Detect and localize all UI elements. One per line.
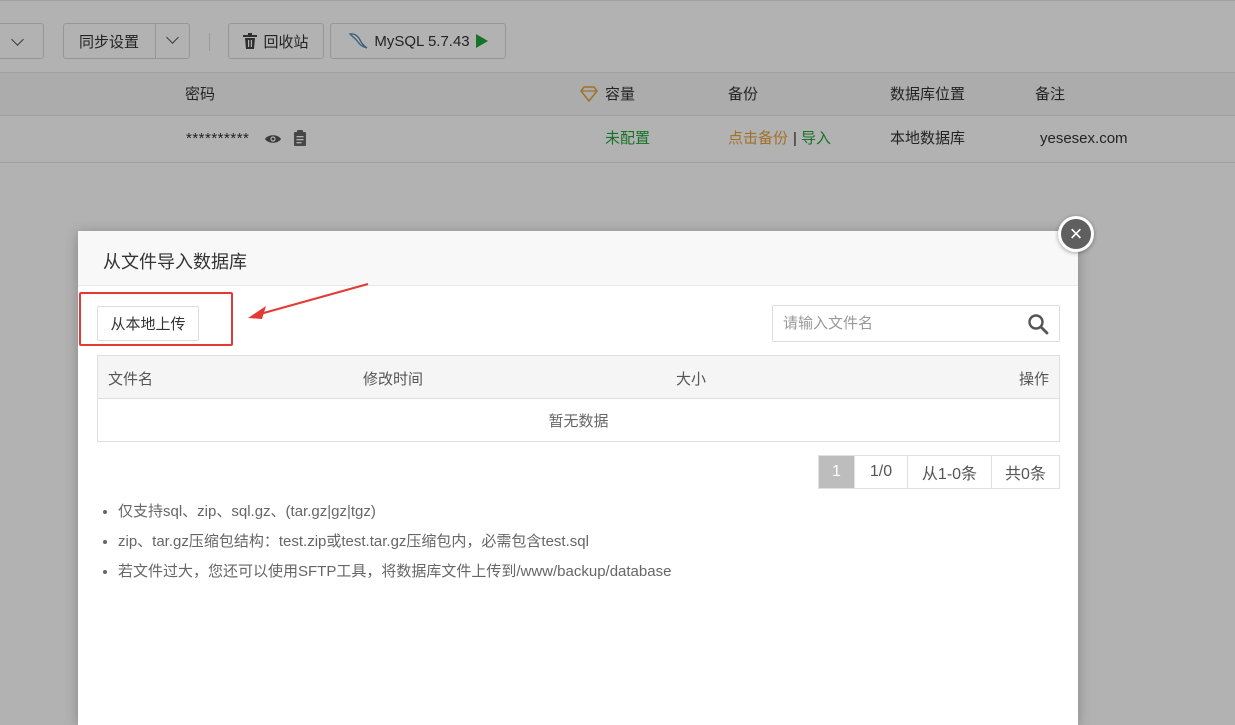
- column-modified-time: 修改时间: [363, 371, 424, 388]
- upload-from-local-button[interactable]: 从本地上传: [97, 306, 199, 341]
- file-search-box: [772, 305, 1060, 342]
- import-database-modal: 从文件导入数据库 从本地上传 文件名 修改时间 大小 操作 暂无数据 1 1/0…: [78, 231, 1078, 725]
- red-arrow-annotation: [248, 282, 369, 319]
- column-filename: 文件名: [108, 371, 154, 388]
- empty-state: 暂无数据: [548, 412, 609, 430]
- search-icon[interactable]: [1027, 313, 1049, 335]
- close-icon[interactable]: ×: [1058, 216, 1094, 252]
- file-search-input[interactable]: [773, 306, 1038, 341]
- list-item: 仅支持sql、zip、sql.gz、(tar.gz|gz|tgz): [118, 497, 671, 527]
- column-actions: 操作: [1018, 371, 1049, 388]
- column-size: 大小: [676, 371, 707, 388]
- modal-title: 从文件导入数据库: [103, 252, 247, 272]
- list-item: 若文件过大，您还可以使用SFTP工具，将数据库文件上传到/www/backup/…: [118, 557, 671, 587]
- file-table: 文件名 修改时间 大小 操作 暂无数据: [97, 355, 1060, 442]
- page-count: 1/0: [855, 456, 908, 488]
- pagination: 1 1/0 从1-0条 共0条: [818, 455, 1060, 489]
- page-total: 共0条: [1005, 466, 1046, 483]
- page-range: 从1-0条: [908, 456, 992, 488]
- page-current[interactable]: 1: [819, 456, 855, 488]
- file-table-header: 文件名 修改时间 大小 操作: [98, 356, 1059, 399]
- modal-header: 从文件导入数据库: [78, 231, 1078, 286]
- list-item: zip、tar.gz压缩包结构：test.zip或test.tar.gz压缩包内…: [118, 527, 671, 557]
- help-tips: 仅支持sql、zip、sql.gz、(tar.gz|gz|tgz) zip、ta…: [96, 497, 671, 587]
